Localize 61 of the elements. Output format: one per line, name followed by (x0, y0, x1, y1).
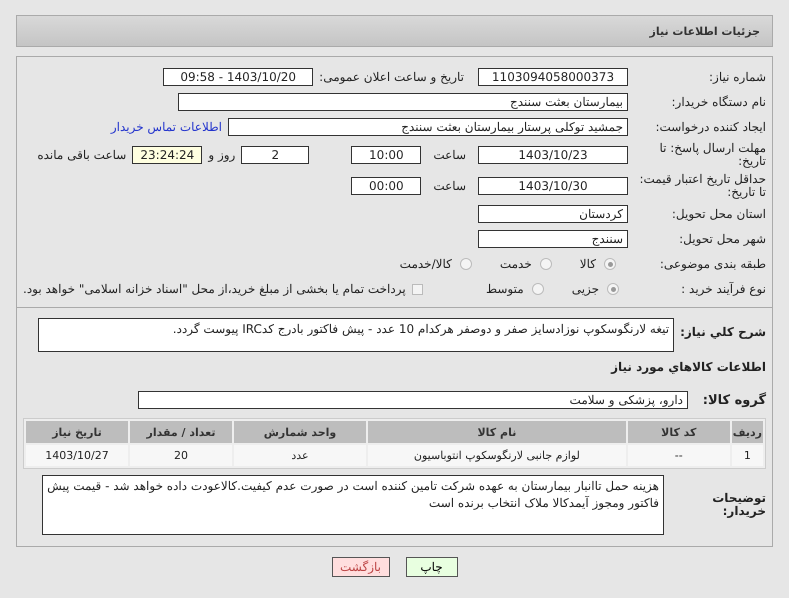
goods-group-field: دارو، پزشکی و سلامت (138, 391, 688, 409)
field-label: مهلت ارسال پاسخ: تا تاریخ: (658, 142, 766, 168)
radio-label: خدمت (500, 257, 532, 271)
field-label: ساعت باقی مانده (37, 148, 126, 162)
column-header: واحد شمارش (234, 421, 366, 443)
page-title: جزئیات اطلاعات نیاز (650, 24, 760, 38)
column-header: تاریخ نیاز (26, 421, 128, 443)
field-label: نوع فرآیند خرید : (680, 282, 766, 296)
field-label: حداقل تاریخ اعتبار قیمت: تا تاریخ: (638, 173, 766, 199)
checkbox[interactable] (412, 284, 423, 294)
date-field: 1403/10/23 (478, 146, 628, 164)
need-number-field: 1103094058000373 (478, 68, 628, 86)
treasury-note: پرداخت تمام یا بخشی از مبلغ خرید،از محل "اسناد خزانه اسلامی" خواهد بود. (23, 282, 406, 296)
column-header: ردیف (732, 421, 763, 443)
radio-label: کالا/خدمت (400, 257, 452, 271)
field-label: تاریخ و ساعت اعلان عمومی: (319, 70, 464, 84)
table-cell: -- (628, 445, 730, 466)
buyer-field: بیمارستان بعثت سنندج (178, 93, 628, 111)
print-button[interactable]: چاپ (406, 557, 458, 577)
field-label: گروه کالا: (702, 394, 766, 406)
description-field: تیغه لارنگوسکوپ نوزادسایز صفر و دوصفر هرکدام 10 عدد - پیش فاکتور بادرج کدIRC پیوست گردد. (38, 318, 674, 352)
column-header: تعداد / مقدار (130, 421, 232, 443)
column-header: نام کالا (368, 421, 626, 443)
radio-button[interactable] (604, 258, 616, 270)
field-label: روز و (208, 148, 236, 162)
radio-label: متوسط (486, 282, 524, 296)
radio-button[interactable] (607, 283, 620, 295)
column-header: کد کالا (628, 421, 730, 443)
contact-link[interactable]: اطلاعات تماس خریدار (110, 120, 222, 134)
radio-button[interactable] (460, 258, 472, 270)
requester-field: جمشید توکلی پرستار بیمارستان بعثت سنندج (228, 118, 628, 136)
radio-label: جزیی (572, 282, 600, 296)
table-cell: 1403/10/27 (26, 445, 128, 466)
radio-button[interactable] (540, 258, 552, 270)
city-field: سنندج (478, 230, 628, 248)
days-field: 2 (241, 146, 310, 164)
table-cell: 1 (732, 445, 763, 466)
radio-button[interactable] (532, 283, 544, 295)
date-field: 1403/10/30 (478, 177, 628, 195)
field-label: استان محل تحویل: (670, 208, 766, 220)
time-field: 10:00 (351, 146, 422, 164)
buyer-notes-field: هزینه حمل تاانبار بیمارستان به عهده شرکت تامین کننده است در صورت عدم کیفیت.کالاعودت داده خواهد شد - قیمت پیش فاکتور ومجوز آیمدکالا ملاک انتخاب برنده است (42, 475, 664, 535)
remaining-time-field: 23:24:24 (132, 146, 202, 164)
field-label: ساعت (433, 179, 466, 193)
field-label: ایجاد کننده درخواست: (654, 120, 766, 134)
section-title: اطلاعات کالاهاي مورد نياز (610, 360, 766, 374)
field-label: شماره نیاز: (708, 70, 766, 84)
province-field: کردستان (478, 205, 628, 223)
back-button[interactable]: بازگشت (332, 557, 390, 577)
field-label: شهر محل تحویل: (678, 232, 766, 246)
time-field: 00:00 (351, 177, 422, 195)
field-label: توضیحات خریدار: (711, 492, 766, 518)
table-cell: 20 (130, 445, 232, 466)
field-label: طبقه بندی موضوعی: (658, 258, 766, 270)
field-label: شرح کلي نياز: (680, 324, 766, 339)
table-cell: لوازم جانبی لارنگوسکوپ انتوباسیون (368, 445, 626, 466)
table-cell: عدد (234, 445, 366, 466)
field-label: ساعت (433, 148, 466, 162)
announce-date-field: 1403/10/20 - 09:58 (163, 68, 314, 86)
field-label: نام دستگاه خریدار: (670, 96, 766, 108)
radio-label: کالا (580, 257, 596, 271)
